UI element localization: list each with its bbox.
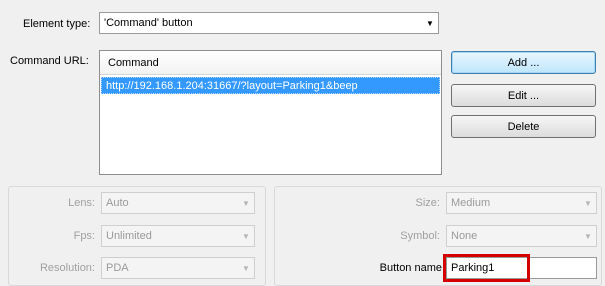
delete-button[interactable]: Delete <box>451 115 596 138</box>
edit-button-label: Edit ... <box>507 89 540 102</box>
command-url-label: Command URL: <box>10 55 89 67</box>
size-label: Size: <box>415 197 440 209</box>
lens-label: Lens: <box>68 197 95 209</box>
command-column-header[interactable]: Command <box>100 51 441 75</box>
element-type-label: Element type: <box>23 18 91 30</box>
fps-label: Fps: <box>73 230 95 242</box>
button-name-label: Button name <box>379 262 442 274</box>
size-dropdown[interactable]: Medium ▼ <box>446 192 597 214</box>
symbol-value: None <box>451 230 478 242</box>
element-type-value: 'Command' button <box>104 17 193 29</box>
chevron-down-icon: ▼ <box>584 231 592 241</box>
size-value: Medium <box>451 197 491 209</box>
resolution-dropdown[interactable]: PDA ▼ <box>101 257 255 279</box>
chevron-down-icon: ▼ <box>242 231 250 241</box>
chevron-down-icon: ▼ <box>242 263 250 273</box>
symbol-dropdown[interactable]: None ▼ <box>446 225 597 247</box>
lens-value: Auto <box>106 197 129 209</box>
command-column-header-label: Command <box>108 56 159 69</box>
chevron-down-icon: ▼ <box>242 198 250 208</box>
edit-button[interactable]: Edit ... <box>451 84 596 107</box>
command-url-list[interactable]: Command http://192.168.1.204:31667/?layo… <box>99 50 442 175</box>
resolution-label: Resolution: <box>39 262 95 274</box>
resolution-value: PDA <box>106 262 129 274</box>
list-item[interactable]: http://192.168.1.204:31667/?layout=Parki… <box>101 77 440 94</box>
fps-dropdown[interactable]: Unlimited ▼ <box>101 225 255 247</box>
fps-value: Unlimited <box>106 230 152 242</box>
add-button-label: Add ... <box>507 56 540 69</box>
highlight-box <box>443 254 530 282</box>
element-type-dropdown[interactable]: 'Command' button ▼ <box>99 12 439 34</box>
delete-button-label: Delete <box>507 120 540 133</box>
add-button[interactable]: Add ... <box>451 51 596 74</box>
lens-dropdown[interactable]: Auto ▼ <box>101 192 255 214</box>
chevron-down-icon: ▼ <box>426 18 434 28</box>
symbol-label: Symbol: <box>400 230 440 242</box>
list-item-url: http://192.168.1.204:31667/?layout=Parki… <box>106 79 358 92</box>
chevron-down-icon: ▼ <box>584 198 592 208</box>
